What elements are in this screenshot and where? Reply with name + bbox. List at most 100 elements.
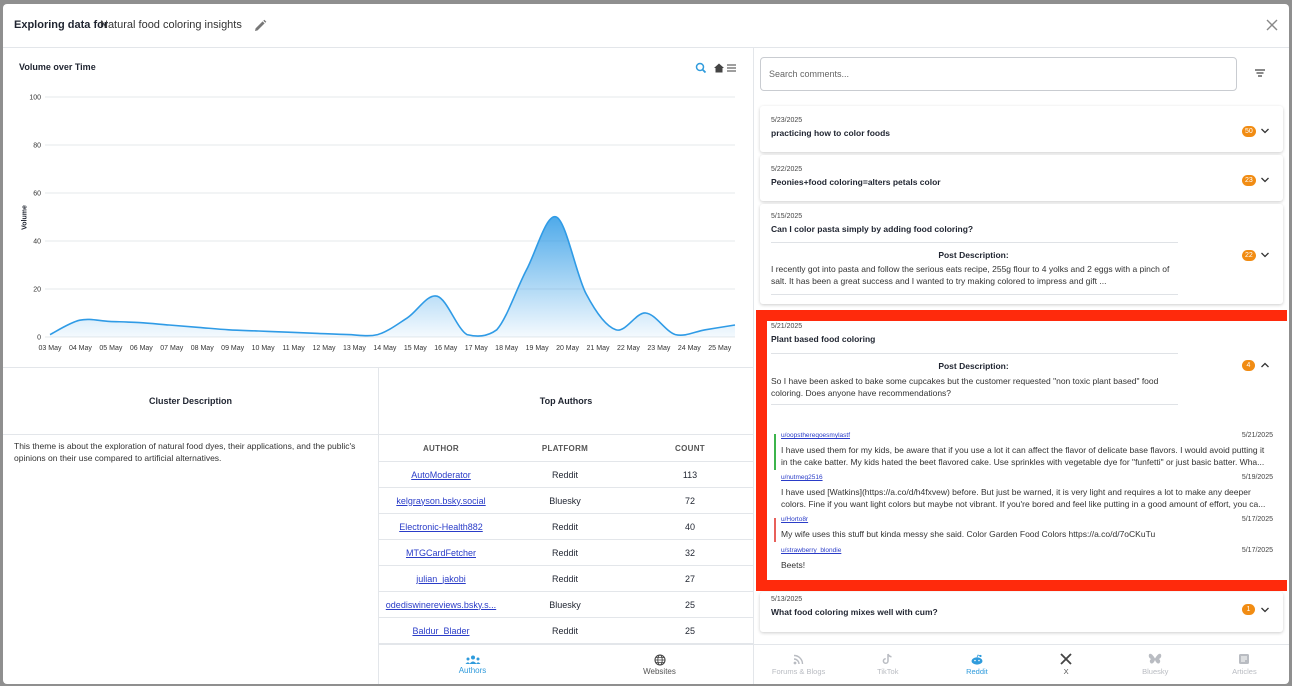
comment-count-badge: 1 — [1242, 604, 1255, 615]
comment-author-link[interactable]: u/strawberry_blondie — [781, 547, 841, 554]
comment-author-link[interactable]: u/oopsthereqoesmylastf — [781, 432, 850, 439]
post-card[interactable]: 5/13/2025 What food coloring mixes well … — [760, 592, 1283, 632]
modal-header: Exploring data for Natural food coloring… — [3, 4, 1289, 48]
tab-reddit[interactable]: Reddit — [932, 645, 1021, 684]
author-link[interactable]: julian_jakobi — [416, 574, 466, 584]
search-comments-input[interactable]: Search comments... — [760, 57, 1237, 91]
post-description-text: I recently got into pasta and follow the… — [771, 264, 1170, 286]
comment-date: 5/19/2025 — [1241, 474, 1273, 481]
column-header-platform[interactable]: PLATFORM — [503, 444, 627, 453]
x-tick-label: 12 May — [313, 345, 336, 352]
sort-icon[interactable] — [1254, 68, 1266, 78]
x-tick-label: 16 May — [434, 345, 457, 352]
post-title: Can I color pasta simply by adding food … — [771, 224, 974, 234]
menu-icon[interactable] — [727, 64, 736, 72]
author-link[interactable]: Electronic-Health882 — [399, 522, 483, 532]
home-icon[interactable] — [714, 63, 724, 73]
y-tick-label: 60 — [33, 191, 41, 198]
count-cell: 40 — [684, 521, 695, 532]
post-date: 5/13/2025 — [771, 596, 803, 603]
platform-cell: Reddit — [551, 521, 578, 532]
x-tick-label: 13 May — [343, 345, 366, 352]
comment-item: u/oopsthereqoesmylastf 5/21/2025 I have … — [774, 432, 1273, 472]
tab-x[interactable]: X — [1022, 645, 1111, 684]
y-tick-label: 100 — [29, 95, 41, 102]
x-tick-label: 18 May — [495, 345, 518, 352]
column-header-count[interactable]: COUNT — [627, 444, 753, 453]
zoom-icon[interactable] — [695, 62, 707, 74]
tiktok-icon — [882, 653, 892, 665]
x-tick-label: 23 May — [647, 345, 670, 352]
author-link[interactable]: kelgrayson.bsky.social — [396, 496, 485, 506]
x-tick-label: 14 May — [373, 345, 396, 352]
post-card[interactable]: 5/15/2025 Can I color pasta simply by ad… — [760, 204, 1283, 304]
x-tick-label: 24 May — [678, 345, 701, 352]
author-link[interactable]: Baldur_Blader — [412, 626, 469, 636]
author-link[interactable]: MTGCardFetcher — [406, 548, 476, 558]
comment-author-link[interactable]: u/Horto8r — [781, 516, 808, 523]
tab-authors-label: Authors — [458, 665, 487, 675]
close-icon[interactable] — [1264, 17, 1280, 33]
header-prefix: Exploring data for — [14, 19, 109, 31]
x-tick-label: 20 May — [556, 345, 579, 352]
explore-modal: Exploring data for Natural food coloring… — [3, 4, 1289, 684]
x-tick-label: 05 May — [99, 345, 122, 352]
chart-title: Volume over Time — [19, 62, 96, 72]
post-card[interactable]: 5/22/2025 Peonies+food coloring=alters p… — [760, 155, 1283, 201]
comment-text: My wife uses this stuff but kinda messy … — [781, 529, 1156, 539]
post-card-expanded[interactable]: 5/21/2025 Plant based food coloring Post… — [760, 316, 1283, 586]
comment-item: u/nutmeg2516 5/19/2025 I have used [Watk… — [774, 474, 1273, 514]
chevron-down-icon[interactable] — [1260, 127, 1270, 135]
post-date: 5/22/2025 — [771, 166, 803, 173]
comment-author-link[interactable]: u/nutmeg2516 — [781, 474, 823, 481]
y-tick-label: 20 — [33, 287, 41, 294]
y-tick-label: 80 — [33, 143, 41, 150]
count-cell: 25 — [684, 599, 695, 610]
cluster-description-title: Cluster Description — [148, 396, 233, 406]
post-title: Plant based food coloring — [771, 334, 876, 344]
author-link[interactable]: AutoModerator — [411, 470, 471, 480]
tab-authors[interactable]: Authors — [379, 645, 566, 684]
x-tick-label: 08 May — [191, 345, 214, 352]
table-row: AutoModerator Reddit 113 — [379, 462, 753, 488]
comment-indicator — [774, 518, 776, 542]
tab-websites-label: Websites — [643, 666, 676, 676]
column-header-author[interactable]: AUTHOR — [379, 444, 503, 453]
comment-date: 5/17/2025 — [1241, 547, 1273, 554]
comment-date: 5/21/2025 — [1241, 432, 1273, 439]
author-link[interactable]: odediswinereviews.bsky.s... — [386, 600, 496, 610]
chevron-down-icon[interactable] — [1260, 176, 1270, 184]
description-divider — [771, 404, 1178, 405]
comment-text: Beets! — [781, 560, 806, 570]
tab-forums-blogs[interactable]: Forums & Blogs — [754, 645, 843, 684]
table-row: kelgrayson.bsky.social Bluesky 72 — [379, 488, 753, 514]
tab-articles[interactable]: Articles — [1200, 645, 1289, 684]
rss-icon — [793, 654, 804, 664]
pencil-icon[interactable] — [252, 18, 268, 34]
count-cell: 32 — [684, 547, 695, 558]
cluster-divider — [3, 434, 378, 435]
tab-websites[interactable]: Websites — [566, 645, 753, 684]
chevron-down-icon[interactable] — [1260, 606, 1270, 614]
tab-bluesky[interactable]: Bluesky — [1111, 645, 1200, 684]
comment-text: I have used them for my kids, be aware t… — [781, 445, 1265, 467]
tab-label: X — [1063, 667, 1069, 676]
comment-indicator — [774, 476, 776, 512]
people-icon — [465, 655, 480, 664]
globe-icon — [653, 653, 666, 666]
cluster-description-text: This theme is about the exploration of n… — [14, 441, 356, 463]
x-tick-label: 03 May — [39, 345, 62, 352]
chevron-up-icon[interactable] — [1260, 361, 1270, 369]
post-card[interactable]: 5/23/2025 practicing how to color foods … — [760, 106, 1283, 152]
comment-indicator — [774, 549, 776, 573]
count-cell: 113 — [682, 469, 698, 480]
x-tick-label: 15 May — [404, 345, 427, 352]
platform-tab-bar: Forums & Blogs TikTok Reddit X Bluesky A… — [754, 644, 1289, 684]
top-authors-table: AUTHOR PLATFORM COUNT AutoModerator Reddi… — [379, 434, 753, 644]
table-row: MTGCardFetcher Reddit 32 — [379, 540, 753, 566]
comment-count-badge: 4 — [1242, 360, 1255, 371]
x-tick-label: 10 May — [252, 345, 275, 352]
tab-tiktok[interactable]: TikTok — [843, 645, 932, 684]
panel-divider — [753, 48, 754, 684]
chevron-down-icon[interactable] — [1260, 251, 1270, 259]
